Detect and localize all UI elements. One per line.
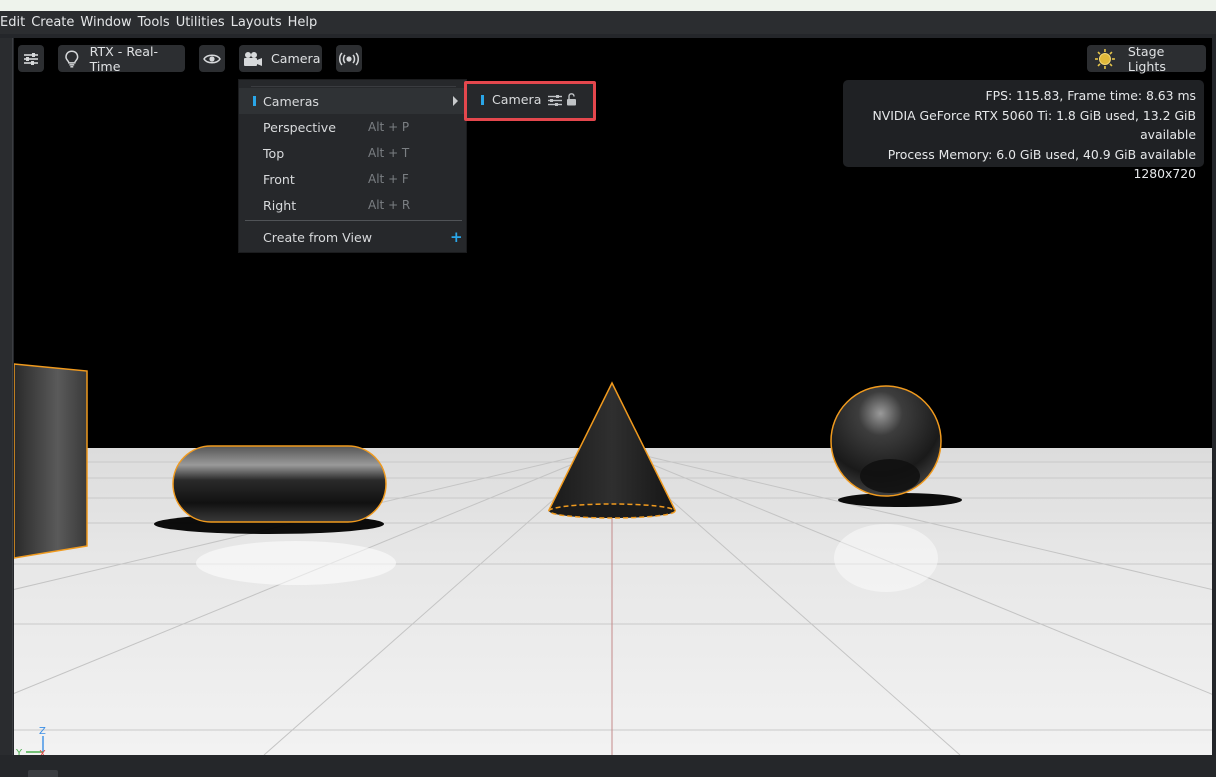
axis-z-label: Z xyxy=(39,726,46,737)
menu-item-perspective[interactable]: Perspective Alt + P xyxy=(239,114,468,140)
menu-item-right[interactable]: Right Alt + R xyxy=(239,192,468,218)
fps-readout: FPS: 115.83, Frame time: 8.63 ms xyxy=(985,88,1196,103)
viewport-settings-button[interactable] xyxy=(18,45,44,72)
menu-window[interactable]: Window xyxy=(77,11,134,34)
menu-item-label: Cameras xyxy=(263,93,319,109)
menu-top-separator xyxy=(251,86,456,87)
camera-menu: Cameras Perspective Alt + P Top Alt + T … xyxy=(238,79,468,253)
sun-icon xyxy=(1094,48,1115,69)
menu-item-label: Front xyxy=(263,171,295,187)
menu-item-label: Perspective xyxy=(263,119,336,135)
menubar: Edit Create Window Tools Utilities Layou… xyxy=(0,11,1216,34)
menu-tools[interactable]: Tools xyxy=(135,11,173,34)
gpu-memory-readout: NVIDIA GeForce RTX 5060 Ti: 1.8 GiB used… xyxy=(872,107,1197,143)
view-options-button[interactable] xyxy=(199,45,225,72)
left-panel-edge xyxy=(0,38,13,755)
menu-item-shortcut: Alt + T xyxy=(368,146,410,160)
render-mode-label: RTX - Real-Time xyxy=(89,43,159,74)
menu-item-front[interactable]: Front Alt + F xyxy=(239,166,468,192)
stage-lights-button[interactable]: Stage Lights xyxy=(1087,43,1206,74)
eye-icon xyxy=(203,54,221,63)
lightbulb-icon xyxy=(65,49,79,68)
menu-edit[interactable]: Edit xyxy=(0,11,28,34)
broadcast-icon xyxy=(339,51,359,66)
status-bar xyxy=(0,755,1216,777)
bottom-panel-tab[interactable] xyxy=(28,770,58,777)
process-memory-readout: Process Memory: 6.0 GiB used, 40.9 GiB a… xyxy=(887,146,1196,162)
broadcast-button[interactable] xyxy=(336,45,362,72)
render-mode-button[interactable]: RTX - Real-Time xyxy=(58,43,185,74)
menu-item-shortcut: Alt + P xyxy=(368,120,410,134)
highlight-annotation xyxy=(464,81,596,121)
menu-item-shortcut: Alt + R xyxy=(368,198,411,212)
menu-separator xyxy=(245,220,462,221)
sliders-icon xyxy=(24,52,38,65)
menu-layouts[interactable]: Layouts xyxy=(228,11,285,34)
stage-lights-label: Stage Lights xyxy=(1127,43,1166,74)
resolution-readout: 1280x720 xyxy=(1133,166,1196,181)
menu-help[interactable]: Help xyxy=(285,11,321,34)
menu-item-label: Top xyxy=(263,145,285,161)
camera-button-label: Camera xyxy=(271,51,321,66)
menu-item-label: Create from View xyxy=(263,229,373,245)
stats-overlay: FPS: 115.83, Frame time: 8.63 ms NVIDIA … xyxy=(843,80,1204,181)
menu-create[interactable]: Create xyxy=(28,11,77,34)
menu-item-create-from-view[interactable]: Create from View + xyxy=(239,224,468,250)
menu-item-label: Right xyxy=(263,197,297,213)
menu-item-cameras[interactable]: Cameras xyxy=(239,88,468,114)
video-camera-icon xyxy=(244,51,262,66)
menu-utilities[interactable]: Utilities xyxy=(173,11,228,34)
active-marker xyxy=(253,96,256,106)
title-strip xyxy=(0,0,1216,11)
submenu-arrow-icon xyxy=(453,96,458,106)
menu-item-top[interactable]: Top Alt + T xyxy=(239,140,468,166)
axis-gizmo: Z Y X xyxy=(16,726,46,758)
plus-icon: + xyxy=(450,228,463,246)
camera-button[interactable]: Camera xyxy=(239,45,322,72)
menu-item-shortcut: Alt + F xyxy=(368,172,409,186)
